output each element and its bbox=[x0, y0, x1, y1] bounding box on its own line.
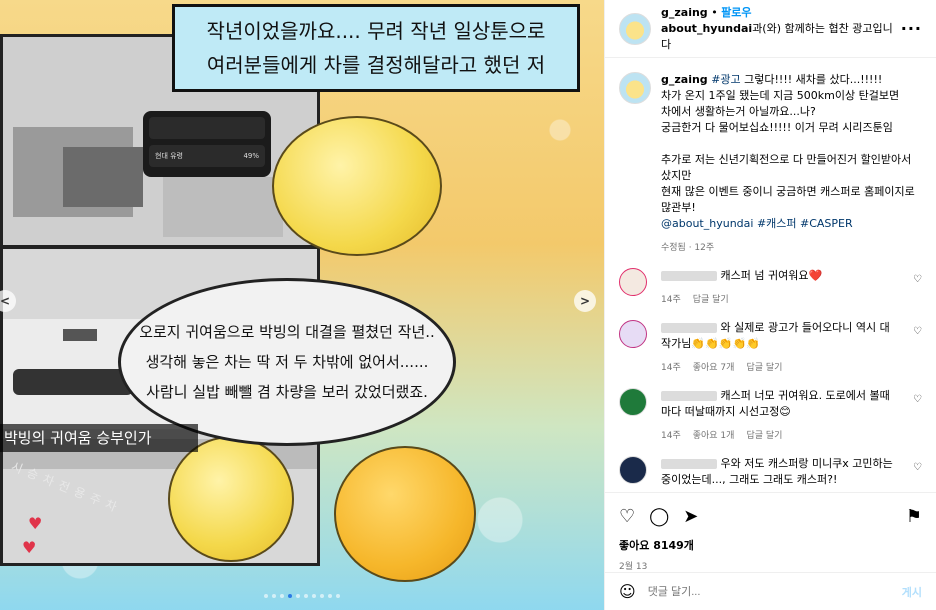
post-date: 2월 13 bbox=[619, 562, 648, 572]
stat-value: 49% bbox=[243, 152, 259, 160]
comment-time: 14주 bbox=[661, 295, 681, 305]
like-comment-icon[interactable]: ♡ bbox=[913, 394, 922, 405]
stat-row bbox=[149, 117, 265, 139]
separator: • bbox=[711, 5, 718, 19]
speech-bubble: 오로지 귀여움으로 박빙의 대결을 펼쳤던 작년.. 생각해 놓은 차는 딱 저… bbox=[118, 278, 456, 446]
caption-line: 여러분들에게 차를 결정해달라고 했던 저 bbox=[206, 53, 546, 77]
comment-composer: ☺ 게시 bbox=[605, 572, 936, 610]
carousel-dot bbox=[264, 594, 268, 598]
carousel-dot bbox=[320, 594, 324, 598]
caption-body: g_zaing #광고 그렇다!!!! 새차를 샀다...!!!!! 차가 온지… bbox=[661, 72, 915, 256]
post-media[interactable]: 현대 유령 49% 작년이었을까요.... 무려 작년 일상툰으로 여러분들에게… bbox=[0, 0, 604, 610]
comment-icon[interactable]: ◯ bbox=[649, 506, 669, 527]
comment-likes[interactable]: 좋아요 7개 bbox=[693, 360, 735, 376]
like-comment-icon[interactable]: ♡ bbox=[913, 462, 922, 473]
comment-text: 캐스퍼 넘 귀여워요❤️ bbox=[717, 269, 823, 282]
comment-input[interactable] bbox=[647, 585, 902, 598]
carousel-dot bbox=[280, 594, 284, 598]
heart-icon: ♥ bbox=[22, 538, 37, 557]
caption: g_zaing #광고 그렇다!!!! 새차를 샀다...!!!!! 차가 온지… bbox=[619, 72, 922, 256]
more-options-icon[interactable]: ··· bbox=[901, 19, 922, 38]
comment-likes[interactable]: 좋아요 1개 bbox=[693, 428, 735, 444]
comment: 캐스퍼 너모 귀여워요. 도로에서 볼때마다 떠날때까지 시선고정😊 14주 좋아… bbox=[619, 388, 922, 444]
caption-text: 현재 많은 이벤트 중이니 궁금하면 캐스퍼로 홈페이지로 bbox=[661, 185, 915, 198]
chick-character-top bbox=[272, 116, 442, 256]
caption-text: 궁금한거 다 물어보십쇼!!!!! 이거 무려 시리즈툰임 bbox=[661, 121, 893, 134]
like-comment-icon[interactable]: ♡ bbox=[913, 326, 922, 337]
like-count[interactable]: 좋아요 8149개 bbox=[619, 537, 922, 553]
blurred-username[interactable] bbox=[661, 271, 717, 281]
carousel-dots bbox=[0, 594, 604, 598]
carousel-dot bbox=[336, 594, 340, 598]
blurred-username[interactable] bbox=[661, 459, 717, 469]
chevron-right-icon: > bbox=[579, 294, 591, 308]
avatar[interactable] bbox=[619, 388, 647, 416]
username-link[interactable]: g_zaing bbox=[661, 6, 708, 19]
post-sidebar: g_zaing • 팔로우 about_hyundai과(와) 함께하는 협찬 … bbox=[604, 0, 936, 610]
hashtag-link[interactable]: #광고 bbox=[711, 73, 740, 86]
stat-card: 현대 유령 49% bbox=[143, 111, 271, 177]
partner-link[interactable]: about_hyundai bbox=[661, 22, 752, 35]
next-slide-button[interactable]: > bbox=[574, 290, 596, 312]
reply-button[interactable]: 답글 달기 bbox=[746, 360, 782, 376]
avatar[interactable] bbox=[619, 72, 651, 104]
like-icon[interactable]: ♡ bbox=[619, 506, 635, 527]
caption-text: 많관부! bbox=[661, 201, 696, 214]
avatar[interactable] bbox=[619, 12, 651, 45]
carousel-dot bbox=[312, 594, 316, 598]
carousel-dot bbox=[328, 594, 332, 598]
chevron-left-icon: < bbox=[0, 294, 11, 308]
avatar[interactable] bbox=[619, 456, 647, 484]
reply-button[interactable]: 답글 달기 bbox=[746, 428, 782, 444]
avatar[interactable] bbox=[619, 320, 647, 348]
caption-box: 작년이었을까요.... 무려 작년 일상툰으로 여러분들에게 차를 결정해달라고… bbox=[172, 4, 580, 92]
speech-line: 오로지 귀여움으로 박빙의 대결을 펼쳤던 작년.. bbox=[139, 323, 435, 341]
reply-button[interactable]: 답글 달기 bbox=[693, 292, 729, 308]
header-text: g_zaing • 팔로우 about_hyundai과(와) 함께하는 협찬 … bbox=[661, 5, 901, 53]
caption-meta: 수정됨 · 12주 bbox=[661, 243, 715, 253]
post-header: g_zaing • 팔로우 about_hyundai과(와) 함께하는 협찬 … bbox=[605, 0, 936, 58]
stat-row: 현대 유령 49% bbox=[149, 145, 265, 167]
caption-text: 차가 온지 1주일 됐는데 지금 500km이상 탄걸보면 bbox=[661, 89, 900, 102]
chick-character-bottom-left bbox=[168, 436, 294, 562]
blurred-username[interactable] bbox=[661, 391, 717, 401]
follow-button[interactable]: 팔로우 bbox=[721, 6, 751, 19]
carousel-dot bbox=[304, 594, 308, 598]
avatar[interactable] bbox=[619, 268, 647, 296]
share-icon[interactable]: ➤ bbox=[683, 506, 698, 527]
comments-scroll[interactable]: g_zaing #광고 그렇다!!!! 새차를 샀다...!!!!! 차가 온지… bbox=[605, 58, 936, 492]
caption-text: 차에서 생활하는거 아닐까요...나? bbox=[661, 105, 816, 118]
caption-line: 작년이었을까요.... 무려 작년 일상툰으로 bbox=[206, 19, 546, 43]
emoji-icon[interactable]: ☺ bbox=[619, 582, 636, 601]
stat-label: 현대 유령 bbox=[155, 152, 183, 160]
caption-text: 그렇다!!!! 새차를 샀다...!!!!! bbox=[740, 73, 883, 86]
carousel-dot bbox=[272, 594, 276, 598]
like-comment-icon[interactable]: ♡ bbox=[913, 274, 922, 285]
comment: 캐스퍼 넘 귀여워요❤️ 14주 답글 달기 ♡ bbox=[619, 268, 922, 308]
comment-time: 14주 bbox=[661, 431, 681, 441]
mention-links[interactable]: @about_hyundai #캐스퍼 #CASPER bbox=[661, 216, 915, 232]
chick-character-bottom-right bbox=[334, 446, 476, 582]
comment-time: 14주 bbox=[661, 363, 681, 373]
speech-line: 사람니 실밥 빼뺄 겸 차량을 보러 갔었더랬죠. bbox=[146, 383, 428, 401]
car-label: 박빙의 귀여움 승부인가 bbox=[0, 424, 198, 452]
heart-icon: ♥ bbox=[28, 514, 43, 533]
comment: 와 실제로 광고가 들어오다니 역시 대작가님👏👏👏👏👏 14주 좋아요 7개 답글… bbox=[619, 320, 922, 376]
comment: 우와 저도 캐스퍼랑 미니쿠x 고민하는중이었는데..., 그래도 그래도 캐스… bbox=[619, 456, 922, 488]
carousel-dot bbox=[288, 594, 292, 598]
caption-text: 추가로 저는 신년기획전으로 다 만들어진거 할인받아서 bbox=[661, 153, 912, 166]
blurred-username[interactable] bbox=[661, 323, 717, 333]
carousel-dot bbox=[296, 594, 300, 598]
caption-username[interactable]: g_zaing bbox=[661, 73, 708, 86]
bookmark-icon[interactable]: ⚑ bbox=[906, 506, 922, 527]
post-comment-button[interactable]: 게시 bbox=[902, 584, 922, 600]
speech-line: 생각해 놓은 차는 딱 저 두 차밖에 없어서...... bbox=[145, 353, 429, 371]
caption-text: 샀지만 bbox=[661, 169, 692, 182]
